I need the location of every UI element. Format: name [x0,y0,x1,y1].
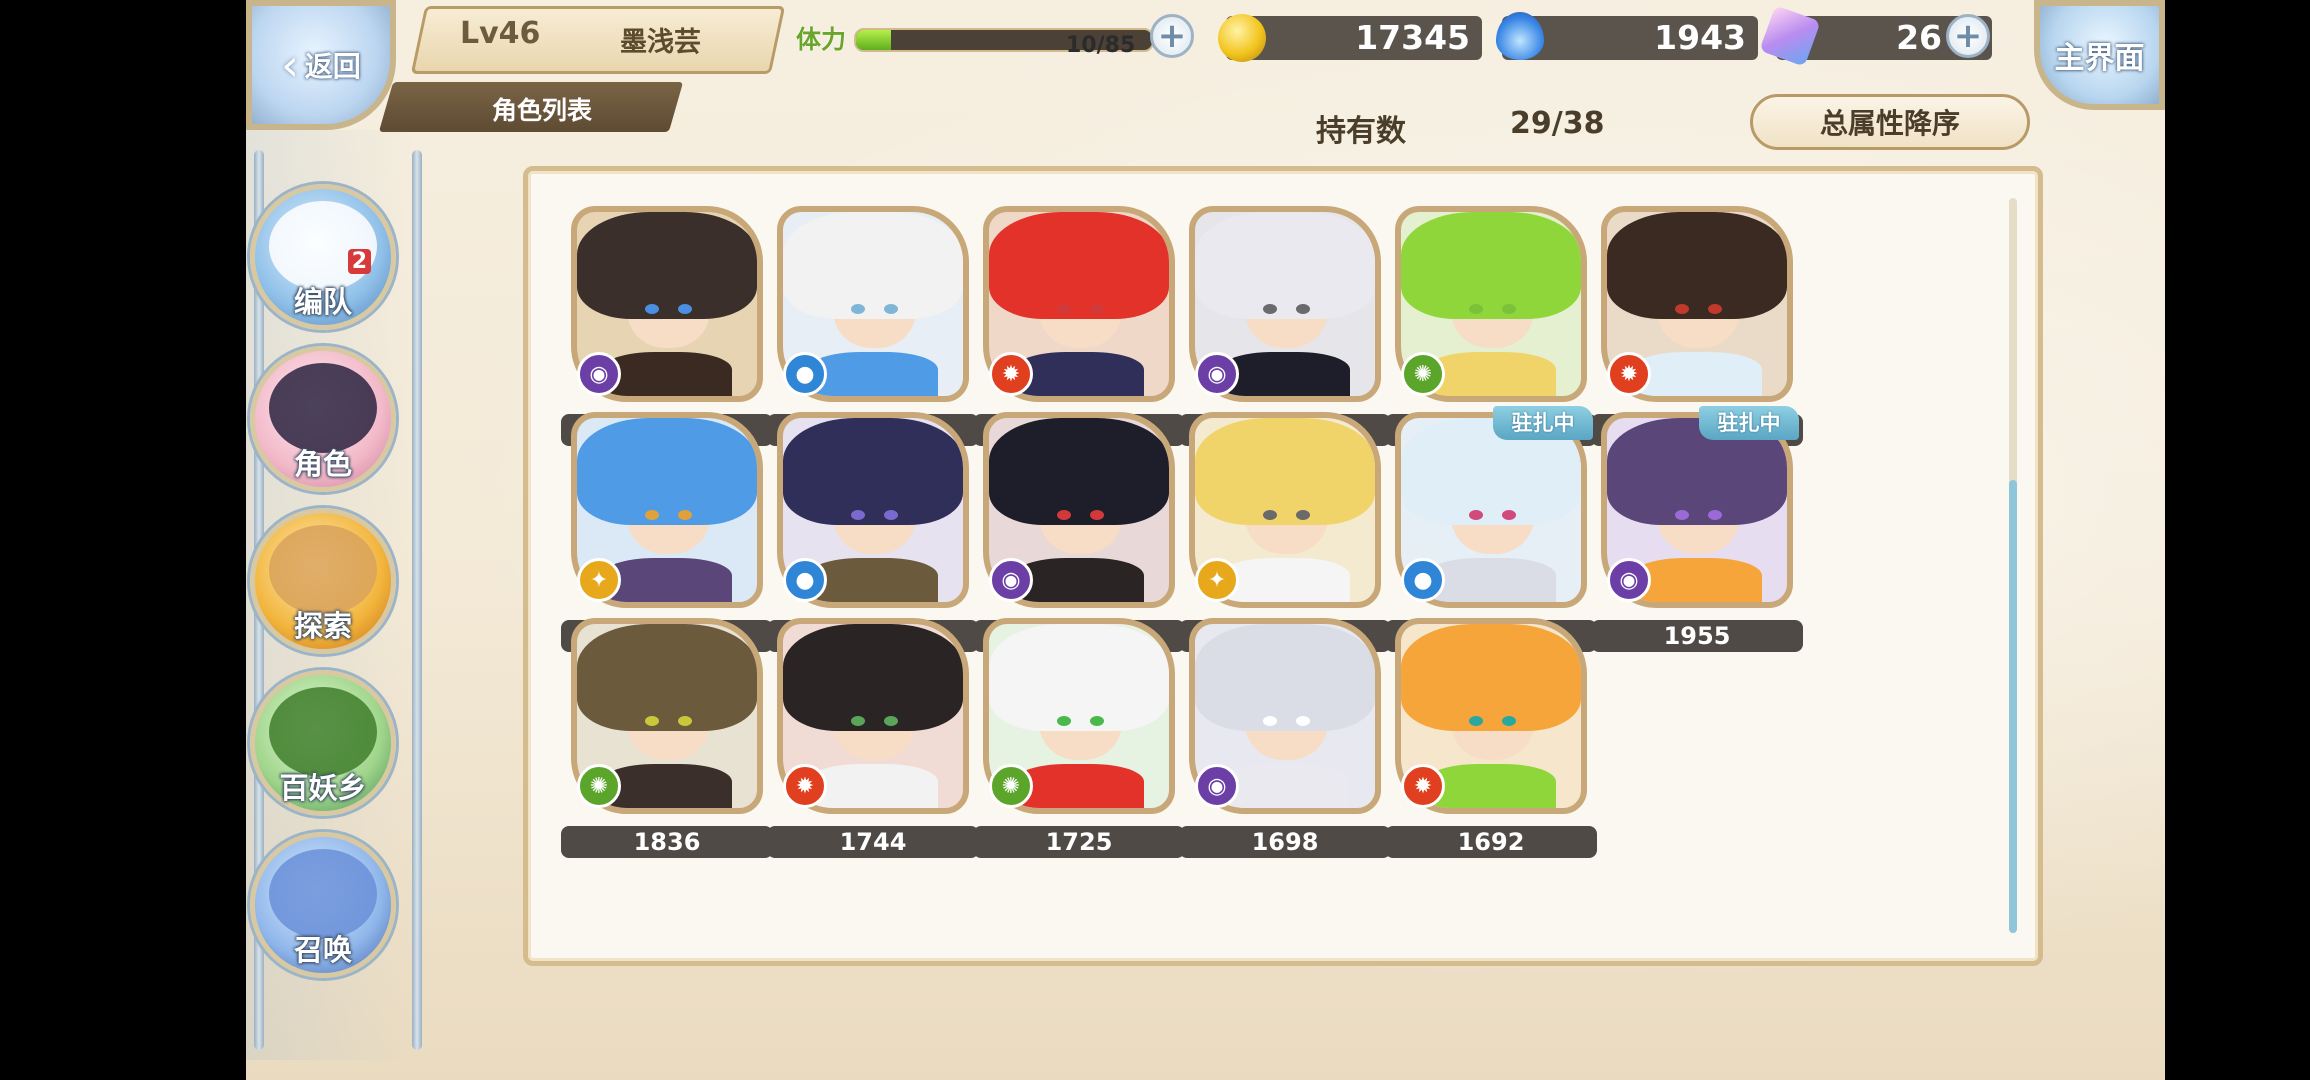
wind-element-icon: ✺ [1401,352,1445,396]
fire-element-icon: ✹ [1607,352,1651,396]
back-arrow-icon: ‹ [281,39,299,91]
character-card[interactable]: ●2006驻扎中 [1385,406,1597,652]
light-element-icon: ✦ [577,558,621,602]
character-power: 1744 [767,826,979,858]
water-element-icon: ● [1401,558,1445,602]
sidebar-item-label: 百妖乡 [279,771,367,805]
explore-icon [269,525,377,615]
dark-element-icon: ◉ [989,558,1033,602]
summon-icon [269,849,377,939]
stamina-value: 10/85 [1066,33,1136,58]
home-button[interactable]: 主界面 [2034,0,2165,110]
sidebar-item-label: 探索 [293,609,352,643]
character-power: 1692 [1385,826,1597,858]
page-title: 角色列表 [492,96,593,125]
character-icon [269,363,377,453]
sidebar-item-character[interactable]: 角色 [250,346,396,492]
player-name: 墨浅芸 [620,27,701,58]
stamina-fill [856,30,891,50]
dark-element-icon: ◉ [1195,352,1239,396]
sidebar-item-explore[interactable]: 探索 [250,508,396,654]
sidebar-pillar-right [412,150,422,1050]
wind-element-icon: ✺ [989,764,1033,808]
home-label: 主界面 [2054,41,2145,76]
fire-element-icon: ✹ [1401,764,1445,808]
sort-button[interactable]: 总属性降序 [1750,94,2030,150]
player-level: Lv46 [460,16,541,51]
owned-count-value: 29/38 [1510,106,1605,141]
add-stamina-button[interactable]: + [1150,14,1194,58]
character-card[interactable]: ◉6386 [1179,206,1391,446]
fire-element-icon: ✹ [783,764,827,808]
stamina-label: 体力 [796,25,847,54]
game-screen: ‹ 返回 Lv46 墨浅芸 角色列表 体力 10/85 + 17345 1943… [246,0,2165,1080]
list-scrollbar-thumb[interactable] [2009,480,2017,933]
crystal-value: 26 [1896,18,1942,57]
character-card[interactable]: ✹ 1692 [1385,618,1597,858]
character-power: 1725 [973,826,1185,858]
formation-icon [269,201,377,291]
sidebar-item-label: 召唤 [293,933,352,967]
gold-value: 17345 [1355,18,1470,57]
character-card[interactable]: ✺ 1836 [561,618,773,858]
dark-element-icon: ◉ [1607,558,1651,602]
fire-element-icon: ✹ [989,352,1033,396]
gold-coin-icon [1218,14,1266,62]
water-element-icon: ● [783,558,827,602]
character-card[interactable]: ✹6878 [973,206,1185,446]
wind-element-icon: ✺ [577,764,621,808]
character-card[interactable]: ✺ 1725 [973,618,1185,858]
back-button[interactable]: ‹ 返回 [246,0,396,130]
owned-count-label: 持有数 [1316,114,1406,149]
dark-element-icon: ◉ [577,352,621,396]
sidebar-item-summon[interactable]: 召唤 [250,832,396,978]
character-card[interactable]: ✦4712 [561,412,773,652]
sidebar-item-label: 角色 [293,447,352,481]
character-card[interactable]: ✹ 1744 [767,618,979,858]
sidebar-item-label: 编队 [293,285,352,319]
sidebar-item-village[interactable]: 百妖乡 [250,670,396,816]
stationed-badge: 驻扎中 [1493,406,1593,440]
character-card[interactable]: ◉3965 [973,412,1185,652]
character-card[interactable]: ●7740 [767,206,979,446]
add-crystal-button[interactable]: + [1946,14,1990,58]
character-power: 1698 [1179,826,1391,858]
sidebar-item-formation[interactable]: 2 编队 [250,184,396,330]
formation-badge: 2 [347,249,371,274]
character-card[interactable]: ◉ 1955 驻扎中 [1591,406,1803,652]
water-element-icon: ● [783,352,827,396]
back-label: 返回 [304,50,361,83]
character-card[interactable]: ◉ 1698 [1179,618,1391,858]
dark-element-icon: ◉ [1195,764,1239,808]
character-card[interactable]: ✦2111 [1179,412,1391,652]
soul-fire-value: 1943 [1654,18,1746,57]
sort-label: 总属性降序 [1819,107,1960,140]
light-element-icon: ✦ [1195,558,1239,602]
stationed-badge: 驻扎中 [1699,406,1799,440]
character-card[interactable]: ●3982 [767,412,979,652]
character-power: 1836 [561,826,773,858]
character-card[interactable]: ◉7769 [561,206,773,446]
village-icon [269,687,377,777]
character-power: 1955 [1591,620,1803,652]
